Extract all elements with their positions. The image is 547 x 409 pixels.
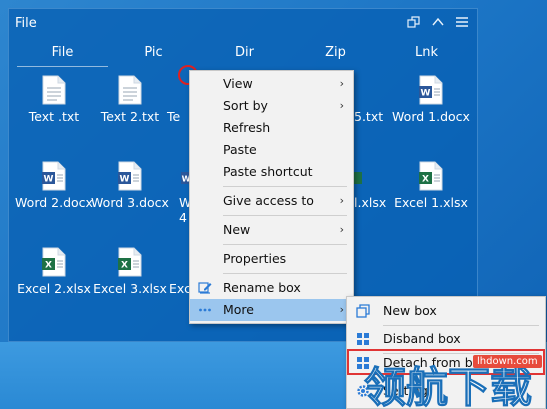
edit-icon bbox=[198, 282, 212, 294]
file-item[interactable]: 5.txt bbox=[354, 75, 384, 124]
collapse-icon[interactable] bbox=[431, 15, 445, 29]
menu-separator bbox=[223, 215, 347, 216]
menu-separator bbox=[383, 325, 539, 326]
menu-item-label: Paste shortcut bbox=[223, 164, 313, 179]
more-dots-icon bbox=[199, 308, 211, 312]
word-file-icon: W bbox=[118, 161, 142, 191]
file-item[interactable]: W Word 1.docx bbox=[386, 75, 476, 124]
box-tabs: File Pic Dir Zip Lnk bbox=[17, 45, 473, 67]
text-file-icon bbox=[118, 75, 142, 105]
menu-item-paste-shortcut[interactable]: Paste shortcut bbox=[190, 161, 353, 183]
submenu-item-new-box[interactable]: New box bbox=[347, 299, 545, 323]
submenu-item-label: New box bbox=[383, 303, 437, 318]
box-controls bbox=[407, 15, 469, 29]
menu-item-label: Refresh bbox=[223, 120, 271, 135]
file-label: 5.txt bbox=[354, 109, 384, 124]
menu-item-new[interactable]: New › bbox=[190, 219, 353, 241]
menu-item-label: New bbox=[223, 222, 251, 237]
tab-zip[interactable]: Zip bbox=[290, 45, 381, 67]
file-label: Exc bbox=[169, 281, 191, 296]
file-label: Excel 2.xlsx bbox=[17, 281, 91, 296]
menu-item-refresh[interactable]: Refresh bbox=[190, 117, 353, 139]
word-file-icon: W bbox=[419, 75, 443, 105]
chevron-right-icon: › bbox=[339, 77, 344, 90]
menu-item-properties[interactable]: Properties bbox=[190, 248, 353, 270]
menu-separator bbox=[223, 186, 347, 187]
new-box-icon bbox=[356, 304, 370, 318]
file-label: Word 1.docx bbox=[392, 109, 470, 124]
chevron-right-icon: › bbox=[339, 99, 344, 112]
svg-text:X: X bbox=[45, 261, 52, 271]
menu-item-sort-by[interactable]: Sort by › bbox=[190, 95, 353, 117]
excel-file-icon: X bbox=[118, 247, 142, 277]
menu-item-view[interactable]: View › bbox=[190, 73, 353, 95]
submenu-item-disband-box[interactable]: Disband box bbox=[347, 327, 545, 351]
file-label: Te bbox=[167, 109, 181, 124]
chevron-right-icon: › bbox=[339, 303, 344, 316]
menu-item-label: View bbox=[223, 76, 253, 91]
submenu-item-label: Disband box bbox=[383, 331, 461, 346]
menu-item-more[interactable]: More › bbox=[190, 299, 353, 321]
file-item[interactable]: X Excel 3.xlsx bbox=[85, 247, 175, 296]
menu-item-label: More bbox=[223, 302, 254, 317]
file-item[interactable]: X Excel 1.xlsx bbox=[386, 161, 476, 210]
menu-item-label: Rename box bbox=[223, 280, 301, 295]
file-label: Word 2.docx bbox=[15, 195, 93, 210]
file-label: l.xlsx bbox=[354, 195, 387, 210]
menu-item-label: Give access to bbox=[223, 193, 314, 208]
menu-icon[interactable] bbox=[455, 15, 469, 29]
chevron-right-icon: › bbox=[339, 194, 344, 207]
svg-text:X: X bbox=[422, 175, 429, 185]
restore-icon[interactable] bbox=[407, 15, 421, 29]
excel-file-icon: X bbox=[419, 161, 443, 191]
file-label: Excel 1.xlsx bbox=[394, 195, 468, 210]
text-file-icon bbox=[42, 75, 66, 105]
word-file-icon: W bbox=[42, 161, 66, 191]
file-label: Text .txt bbox=[28, 109, 80, 124]
tab-pic[interactable]: Pic bbox=[108, 45, 199, 67]
menu-separator bbox=[223, 273, 347, 274]
menu-item-paste[interactable]: Paste bbox=[190, 139, 353, 161]
svg-text:W: W bbox=[421, 89, 431, 99]
disband-grid-icon bbox=[357, 333, 369, 345]
menu-separator bbox=[223, 244, 347, 245]
excel-file-icon bbox=[354, 172, 362, 184]
tab-file[interactable]: File bbox=[17, 45, 108, 67]
file-item[interactable]: W Word 3.docx bbox=[85, 161, 175, 210]
excel-file-icon: X bbox=[42, 247, 66, 277]
file-label: Word 3.docx bbox=[91, 195, 169, 210]
svg-text:X: X bbox=[121, 261, 128, 271]
file-item[interactable]: Text 2.txt bbox=[85, 75, 175, 124]
watermark-url: lhdown.com bbox=[473, 355, 542, 368]
chevron-right-icon: › bbox=[339, 223, 344, 236]
menu-item-label: Properties bbox=[223, 251, 287, 266]
box-title: File bbox=[15, 16, 37, 31]
svg-text:W: W bbox=[44, 175, 54, 185]
file-label: Excel 3.xlsx bbox=[93, 281, 167, 296]
menu-item-give-access[interactable]: Give access to › bbox=[190, 190, 353, 212]
tab-lnk[interactable]: Lnk bbox=[381, 45, 472, 67]
context-menu: View › Sort by › Refresh Paste Paste sho… bbox=[189, 70, 354, 324]
menu-item-label: Sort by bbox=[223, 98, 268, 113]
svg-text:W: W bbox=[120, 175, 130, 185]
file-label: Text 2.txt bbox=[100, 109, 160, 124]
watermark-text: 领航下载 bbox=[364, 363, 532, 409]
menu-item-label: Paste bbox=[223, 142, 257, 157]
menu-item-rename-box[interactable]: Rename box bbox=[190, 277, 353, 299]
tab-dir[interactable]: Dir bbox=[199, 45, 290, 67]
